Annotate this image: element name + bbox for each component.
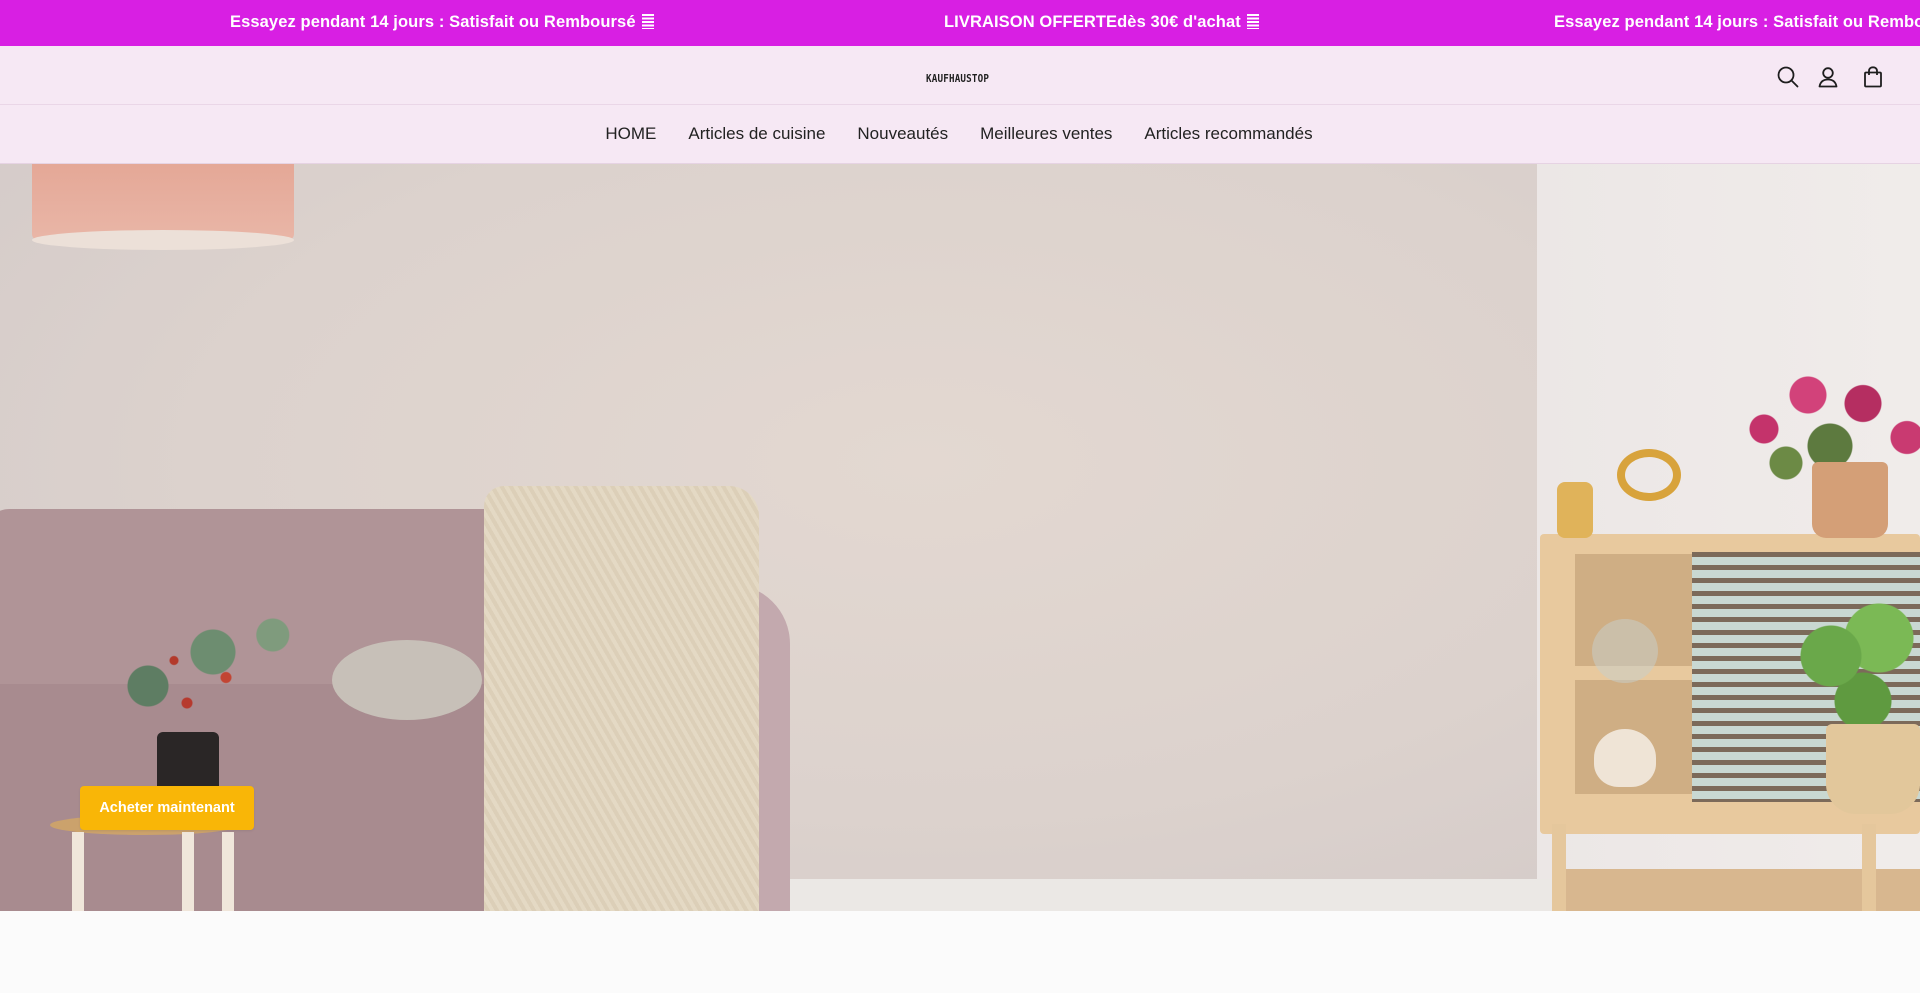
hero-image-eucalyptus xyxy=(70,584,330,754)
hero-image-reed-vase xyxy=(1557,482,1593,538)
hero-image-glass-vase xyxy=(1592,619,1658,683)
nav-item-recommended[interactable]: Articles recommandés xyxy=(1144,124,1312,144)
cart-icon[interactable] xyxy=(1860,64,1886,90)
hero-image-lamp-rim xyxy=(32,230,294,250)
announcement-text: Essayez pendant 14 jours : Satisfait ou … xyxy=(1554,13,1920,31)
hero-image-gold-knot xyxy=(1617,449,1681,501)
account-icon[interactable] xyxy=(1815,64,1841,90)
nav-list: HOME Articles de cuisine Nouveautés Meil… xyxy=(0,105,1920,163)
hero-banner xyxy=(0,164,1920,911)
nav-item-kitchen[interactable]: Articles de cuisine xyxy=(688,124,825,144)
nav-item-home[interactable]: HOME xyxy=(605,124,656,144)
list-glyph-icon xyxy=(641,14,654,29)
hero-image-cabinet-leg xyxy=(1862,824,1876,911)
hero-image-cabinet-leg xyxy=(1552,824,1566,911)
hero-image-plant-pot xyxy=(1826,724,1920,814)
hero-image-table-leg xyxy=(182,832,194,911)
hero-image-flower-pot xyxy=(1812,462,1888,538)
hero-image-table-leg xyxy=(222,832,234,911)
announcement-text: LIVRAISON OFFERTEdès 30€ d'achat xyxy=(944,13,1241,31)
announcement-item: Essayez pendant 14 jours : Satisfait ou … xyxy=(1554,0,1920,46)
nav-item-new[interactable]: Nouveautés xyxy=(857,124,948,144)
search-icon[interactable] xyxy=(1775,64,1801,90)
hero-image-floor xyxy=(700,879,1560,911)
hero-image-white-vase xyxy=(1594,729,1656,787)
announcement-bar: Essayez pendant 14 jours : Satisfait ou … xyxy=(0,0,1920,46)
shop-now-button[interactable]: Acheter maintenant xyxy=(80,786,254,830)
site-header: KAUFHAUSTOP xyxy=(0,46,1920,105)
announcement-item: Essayez pendant 14 jours : Satisfait ou … xyxy=(230,0,654,46)
hero-image-blanket xyxy=(484,486,759,911)
announcement-item: LIVRAISON OFFERTEdès 30€ d'achat xyxy=(944,0,1259,46)
main-nav: HOME Articles de cuisine Nouveautés Meil… xyxy=(0,105,1920,164)
hero-image-table-leg xyxy=(72,832,84,911)
page-section-below xyxy=(0,911,1920,993)
site-logo[interactable]: KAUFHAUSTOP xyxy=(926,73,989,85)
hero-image-pillow xyxy=(332,640,482,720)
hero-image-lamp xyxy=(32,164,294,240)
list-glyph-icon xyxy=(1246,14,1259,29)
announcement-text: Essayez pendant 14 jours : Satisfait ou … xyxy=(230,13,636,31)
nav-item-bestsellers[interactable]: Meilleures ventes xyxy=(980,124,1112,144)
